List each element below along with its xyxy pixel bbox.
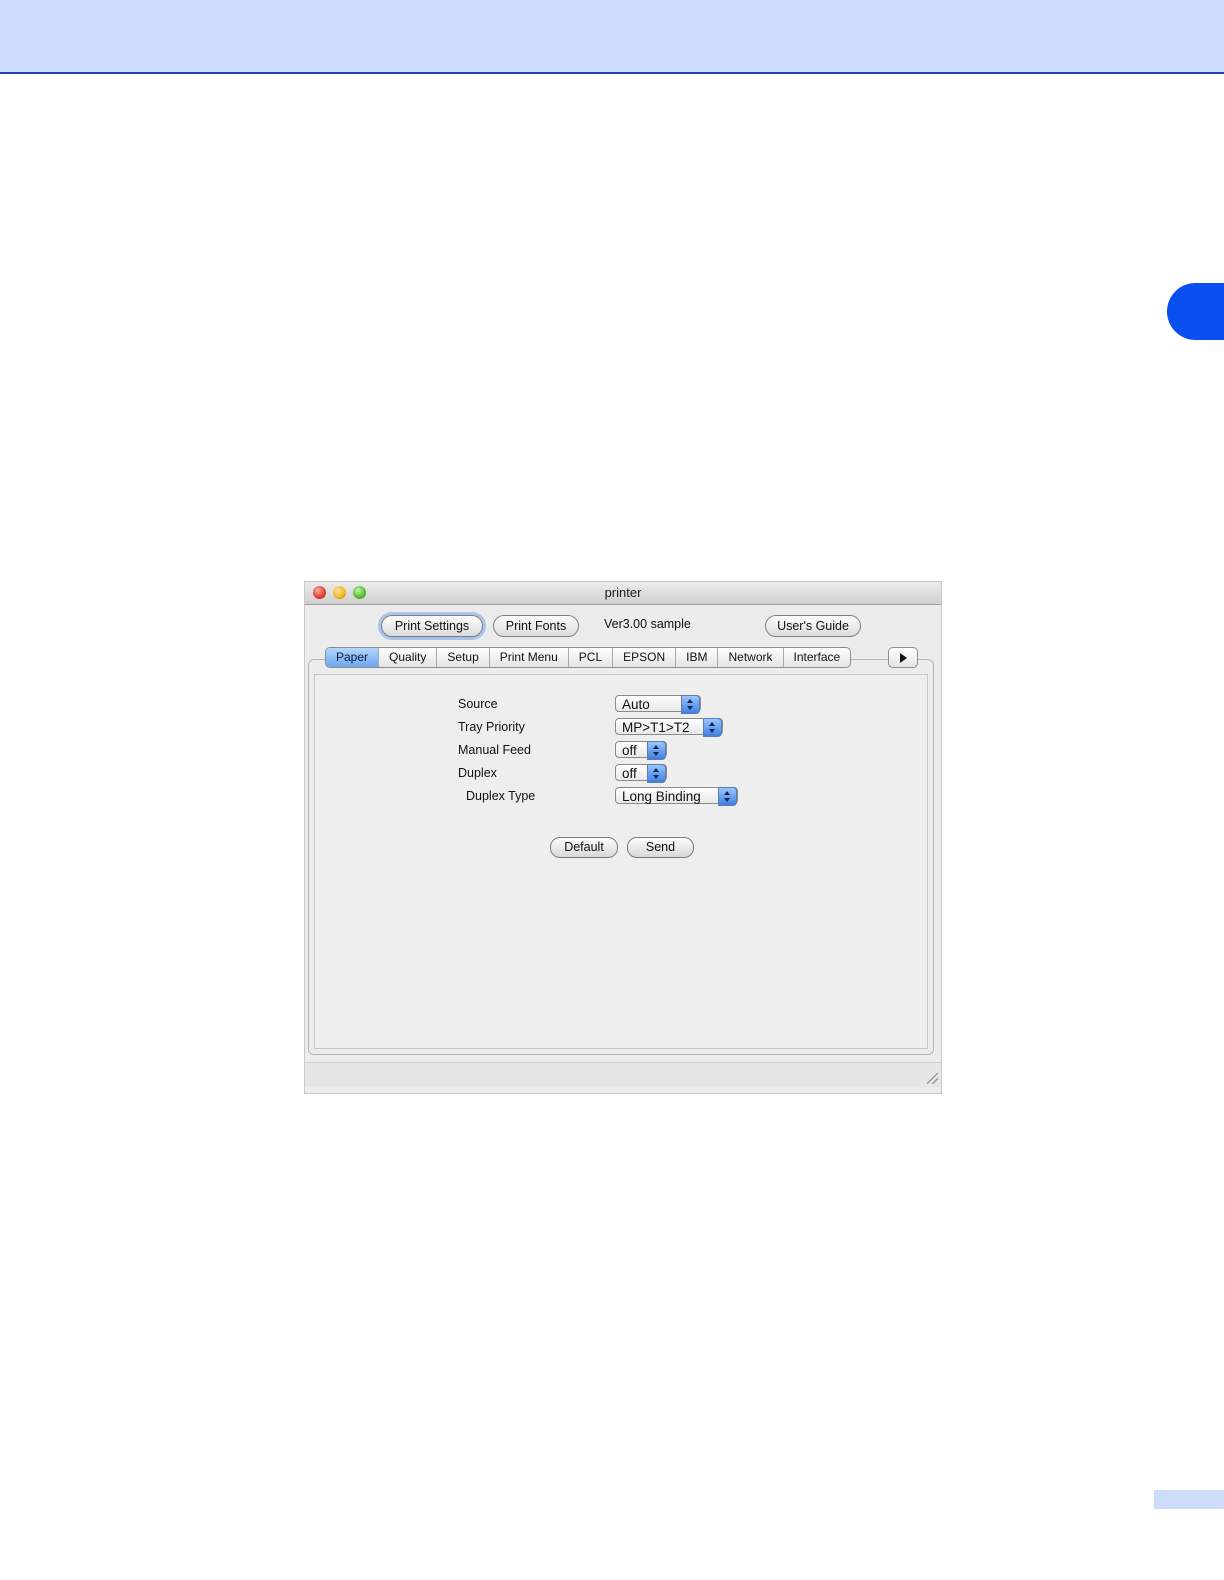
chapter-tab-marker xyxy=(1167,283,1224,340)
source-select[interactable]: Auto xyxy=(615,695,701,714)
printer-window: printer Print Settings Print Fonts Ver3.… xyxy=(305,582,941,1093)
tray-priority-label: Tray Priority xyxy=(458,720,525,734)
manual-feed-label: Manual Feed xyxy=(458,743,531,757)
tab-network[interactable]: Network xyxy=(718,648,784,667)
duplex-type-value: Long Binding xyxy=(622,789,701,804)
tab-pcl[interactable]: PCL xyxy=(569,648,614,667)
resize-grip-icon[interactable] xyxy=(927,1073,938,1084)
popup-arrows-icon xyxy=(718,787,737,806)
tab-ibm[interactable]: IBM xyxy=(676,648,719,667)
popup-arrows-icon xyxy=(647,764,666,783)
version-label: Ver3.00 sample xyxy=(604,617,691,631)
tab-paper[interactable]: Paper xyxy=(326,648,380,667)
tab-quality[interactable]: Quality xyxy=(379,648,438,667)
duplex-type-label: Duplex Type xyxy=(466,789,536,803)
source-label: Source xyxy=(458,697,498,711)
page-header-band xyxy=(0,0,1224,74)
default-button[interactable]: Default xyxy=(550,837,618,858)
tab-print-menu[interactable]: Print Menu xyxy=(490,648,569,667)
source-value: Auto xyxy=(622,697,650,712)
manual-feed-value: off xyxy=(622,743,637,758)
popup-arrows-icon xyxy=(681,695,700,714)
manual-feed-select[interactable]: off xyxy=(615,741,667,760)
popup-arrows-icon xyxy=(647,741,666,760)
popup-arrows-icon xyxy=(703,718,722,737)
duplex-label: Duplex xyxy=(458,766,497,780)
tray-priority-select[interactable]: MP>T1>T2 xyxy=(615,718,723,737)
send-button[interactable]: Send xyxy=(627,837,694,858)
window-title: printer xyxy=(604,585,642,600)
tab-interface[interactable]: Interface xyxy=(784,648,851,667)
print-settings-button[interactable]: Print Settings xyxy=(381,615,483,637)
tab-setup[interactable]: Setup xyxy=(437,648,490,667)
duplex-type-select[interactable]: Long Binding xyxy=(615,787,738,806)
window-titlebar[interactable]: printer xyxy=(305,582,941,605)
duplex-value: off xyxy=(622,766,637,781)
tab-epson[interactable]: EPSON xyxy=(613,648,677,667)
tray-priority-value: MP>T1>T2 xyxy=(622,720,690,735)
duplex-select[interactable]: off xyxy=(615,764,667,783)
page-number-box xyxy=(1154,1490,1224,1509)
tab-bar: Paper Quality Setup Print Menu PCL EPSON… xyxy=(325,647,852,668)
tab-scroll-right-icon[interactable] xyxy=(888,647,918,668)
status-bar xyxy=(305,1062,941,1087)
print-fonts-button[interactable]: Print Fonts xyxy=(493,615,579,637)
users-guide-button[interactable]: User's Guide xyxy=(765,615,861,637)
